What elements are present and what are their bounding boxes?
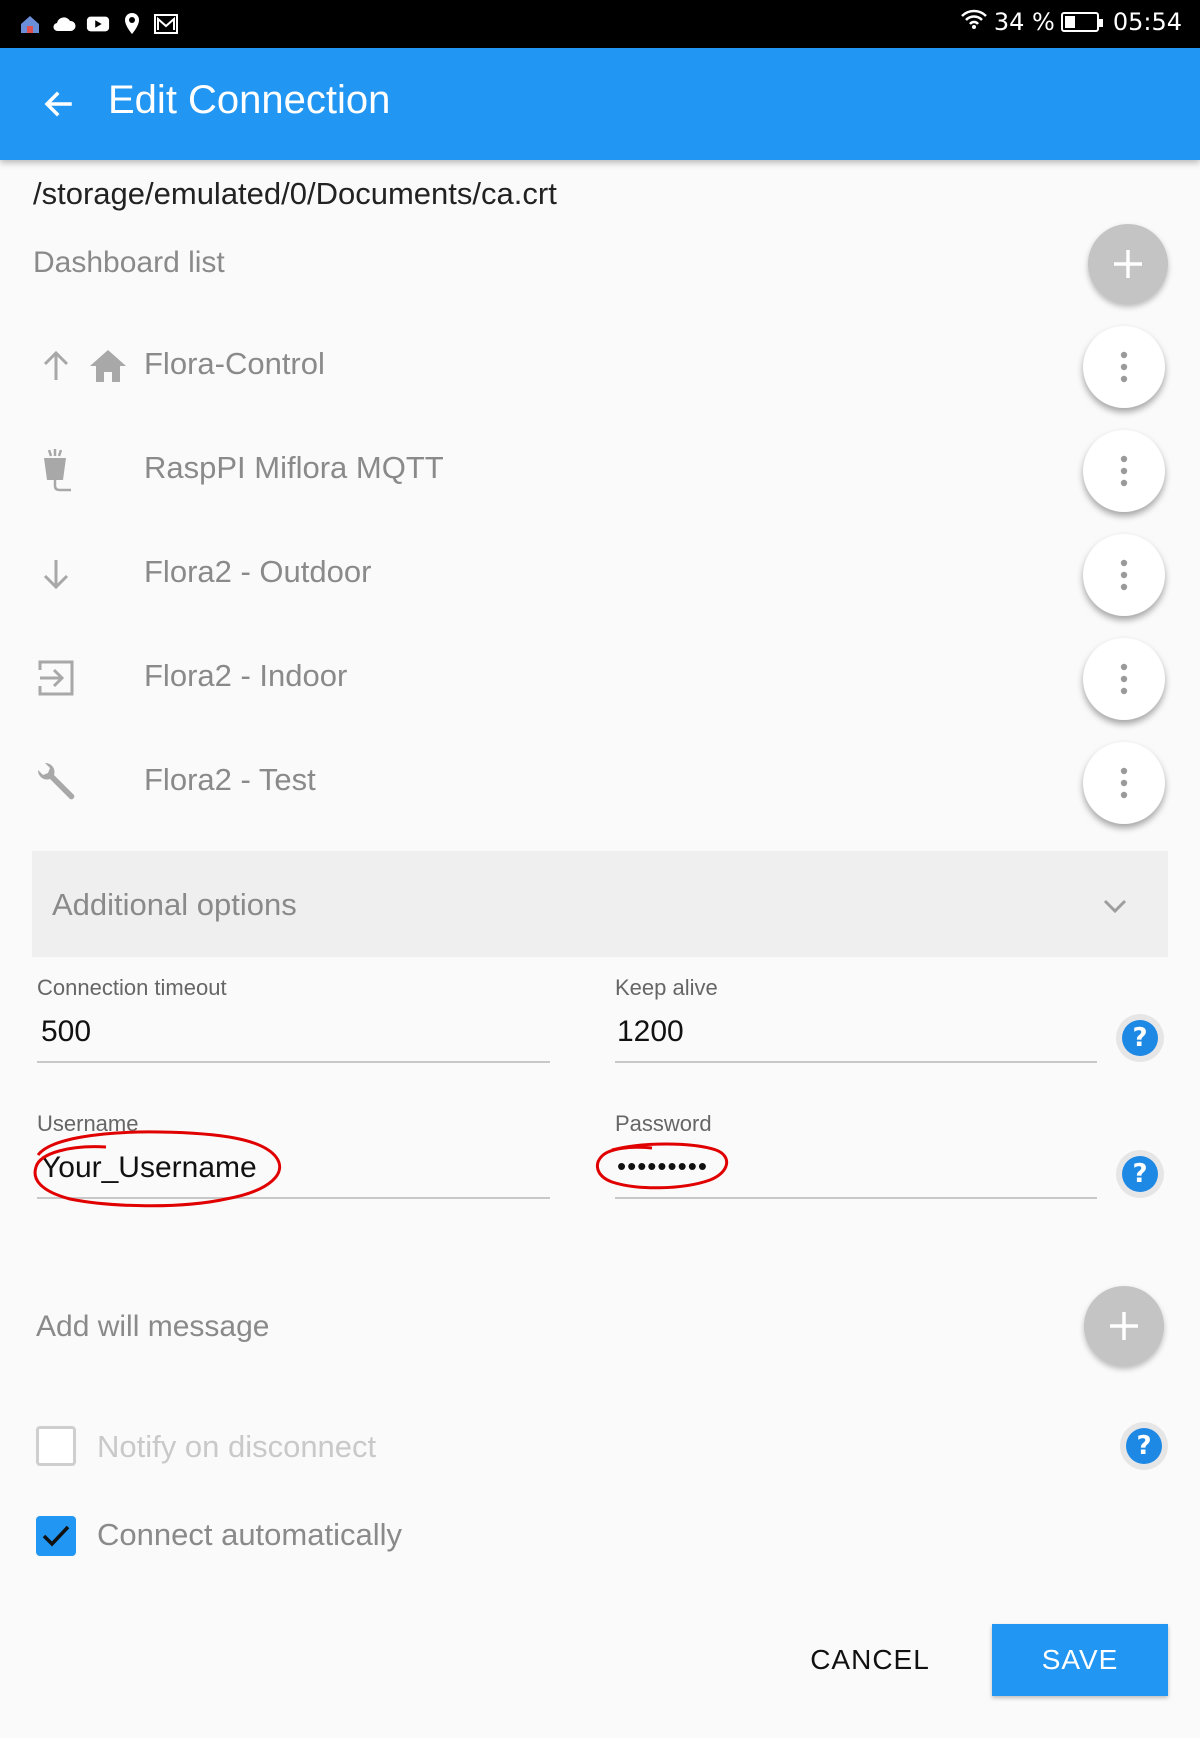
password-field[interactable]: Password •••••••••: [615, 1111, 1097, 1199]
connection-timeout-input[interactable]: 500: [37, 1015, 550, 1055]
notify-on-disconnect-checkbox[interactable]: [36, 1426, 76, 1466]
check-icon: [42, 1525, 70, 1547]
add-will-message-label: Add will message: [36, 1310, 270, 1343]
dashboard-list-label: Dashboard list: [33, 246, 225, 279]
field-underline: [37, 1061, 550, 1063]
location-icon: [120, 12, 144, 36]
battery-icon: [1060, 12, 1103, 32]
certificate-path: /storage/emulated/0/Documents/ca.crt: [33, 176, 557, 211]
password-input[interactable]: •••••••••: [615, 1151, 1097, 1191]
status-right: 34 % 05:54: [960, 8, 1182, 36]
home-icon: [86, 344, 130, 388]
dashboard-label: Flora2 - Test: [144, 762, 316, 797]
help-icon: ?: [1122, 1020, 1158, 1056]
wifi-icon: [960, 8, 988, 36]
dashboard-row: Flora2 - Indoor: [0, 638, 1200, 728]
plus-icon: [1110, 1312, 1138, 1340]
username-field[interactable]: Username Your_Username: [37, 1111, 550, 1199]
dashboard-label: Flora2 - Outdoor: [144, 554, 372, 589]
save-button[interactable]: SAVE: [992, 1624, 1168, 1696]
arrow-up-icon[interactable]: [34, 344, 78, 388]
dashboard-row: Flora-Control: [0, 326, 1200, 416]
password-label: Password: [615, 1111, 712, 1136]
chevron-down-icon: [1098, 889, 1132, 923]
username-label: Username: [37, 1111, 139, 1136]
plus-icon: [1114, 250, 1142, 278]
cloud-icon: [52, 12, 76, 36]
add-dashboard-button[interactable]: [1088, 224, 1168, 304]
keep-alive-field[interactable]: Keep alive 1200: [615, 975, 1097, 1063]
plant-icon[interactable]: [34, 448, 78, 492]
dashboard-label: Flora2 - Indoor: [144, 658, 348, 693]
battery-percent: 34 %: [993, 8, 1055, 36]
connection-timeout-field[interactable]: Connection timeout 500: [37, 975, 550, 1063]
cancel-button[interactable]: CANCEL: [790, 1624, 950, 1696]
help-icon: ?: [1122, 1156, 1158, 1192]
clock: 05:54: [1112, 8, 1182, 36]
additional-options-expander[interactable]: Additional options: [32, 851, 1168, 957]
more-vert-icon: [1120, 663, 1128, 695]
dashboard-row: RaspPI Miflora MQTT: [0, 430, 1200, 520]
keep-alive-label: Keep alive: [615, 975, 718, 1000]
field-underline: [615, 1197, 1097, 1199]
keep-alive-help-button[interactable]: ?: [1116, 1014, 1164, 1062]
notify-help-button[interactable]: ?: [1120, 1422, 1168, 1470]
home-icon: [18, 12, 42, 36]
dashboard-menu-button[interactable]: [1083, 430, 1165, 512]
notify-on-disconnect-label: Notify on disconnect: [97, 1429, 377, 1464]
connection-timeout-label: Connection timeout: [37, 975, 227, 1000]
dashboard-menu-button[interactable]: [1083, 638, 1165, 720]
dashboard-label: Flora-Control: [144, 346, 325, 381]
youtube-icon: [86, 12, 110, 36]
arrow-down-icon[interactable]: [34, 552, 78, 596]
notification-icons: [18, 12, 178, 36]
app-bar: Edit Connection: [0, 48, 1200, 160]
wrench-icon[interactable]: [34, 760, 78, 804]
more-vert-icon: [1120, 455, 1128, 487]
page-title: Edit Connection: [108, 78, 391, 122]
field-underline: [615, 1061, 1097, 1063]
connect-automatically-checkbox[interactable]: [36, 1516, 76, 1556]
status-bar: 34 % 05:54: [0, 0, 1200, 48]
more-vert-icon: [1120, 559, 1128, 591]
add-will-message-button[interactable]: [1084, 1286, 1164, 1366]
username-input[interactable]: Your_Username: [37, 1151, 550, 1191]
more-vert-icon: [1120, 351, 1128, 383]
dashboard-menu-button[interactable]: [1083, 326, 1165, 408]
dashboard-row: Flora2 - Outdoor: [0, 534, 1200, 624]
field-underline: [37, 1197, 550, 1199]
more-vert-icon: [1120, 767, 1128, 799]
dashboard-label: RaspPI Miflora MQTT: [144, 450, 444, 485]
additional-options-label: Additional options: [52, 887, 297, 922]
keep-alive-input[interactable]: 1200: [615, 1015, 1097, 1055]
arrow-back-icon[interactable]: [30, 76, 86, 132]
dashboard-menu-button[interactable]: [1083, 534, 1165, 616]
gmail-icon: [154, 12, 178, 36]
login-icon[interactable]: [34, 656, 78, 700]
dashboard-row: Flora2 - Test: [0, 742, 1200, 832]
help-icon: ?: [1126, 1428, 1162, 1464]
password-help-button[interactable]: ?: [1116, 1150, 1164, 1198]
dashboard-menu-button[interactable]: [1083, 742, 1165, 824]
connect-automatically-label: Connect automatically: [97, 1517, 402, 1552]
